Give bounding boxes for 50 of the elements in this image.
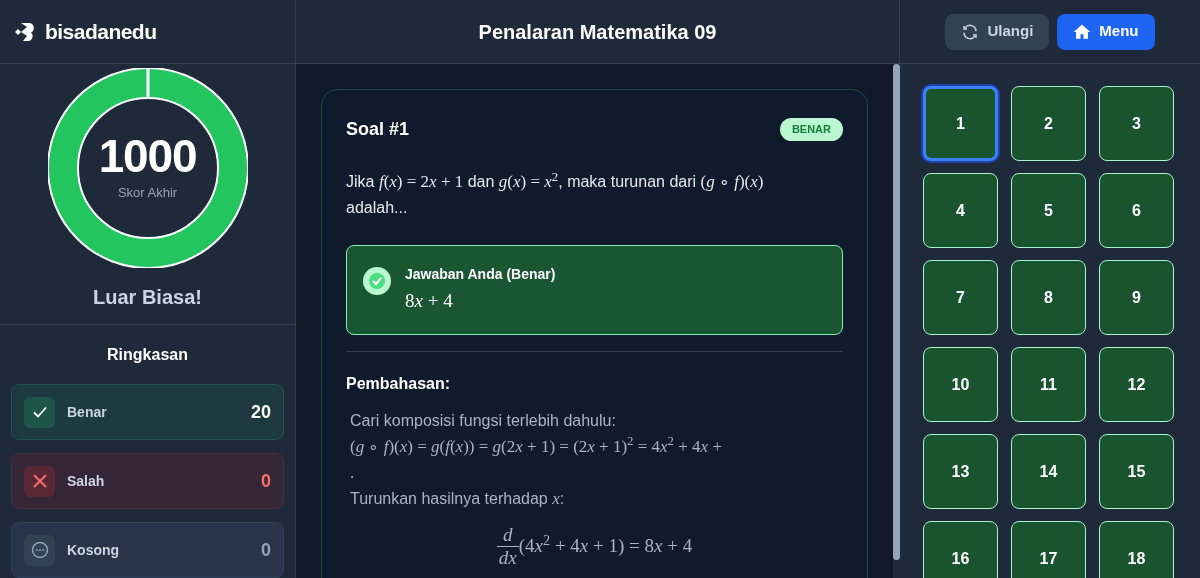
question-number-tile[interactable]: 13 bbox=[923, 434, 998, 509]
question-number-tile[interactable]: 8 bbox=[1011, 260, 1086, 335]
question-number-tile[interactable]: 5 bbox=[1011, 173, 1086, 248]
question-number-tile[interactable]: 9 bbox=[1099, 260, 1174, 335]
summary-count: 0 bbox=[261, 469, 271, 493]
summary-title: Ringkasan bbox=[106, 345, 189, 365]
summary-label: Kosong bbox=[67, 540, 120, 560]
question-number-tile[interactable]: 16 bbox=[923, 521, 998, 578]
refresh-icon bbox=[961, 22, 980, 41]
summary-count: 20 bbox=[250, 400, 271, 424]
score-verdict: Luar Biasa! bbox=[93, 285, 202, 310]
home-icon bbox=[1073, 22, 1092, 41]
brand-name: bisadanedu bbox=[45, 18, 157, 45]
check-icon bbox=[31, 404, 48, 420]
question-number-tile[interactable]: 6 bbox=[1099, 173, 1174, 248]
explanation-title: Pembahasan: bbox=[346, 373, 452, 394]
summary-label: Benar bbox=[67, 402, 107, 422]
logo-icon bbox=[15, 21, 37, 42]
question-number-tile[interactable]: 17 bbox=[1011, 521, 1086, 578]
ellipsis-circle-icon bbox=[30, 541, 49, 559]
explanation-line: Cari komposisi fungsi terlebih dahulu: bbox=[350, 410, 617, 431]
summary-count: 0 bbox=[261, 538, 271, 562]
question-number-tile[interactable]: 11 bbox=[1011, 347, 1086, 422]
close-icon bbox=[31, 473, 48, 489]
question-number-tile[interactable]: 3 bbox=[1099, 86, 1174, 161]
question-text: Jika f(x) = 2x + 1 dan g(x) = x$^{2}$, maka turunan dari (g ∘ f)(x) adalah... bbox=[346, 169, 765, 218]
status-badge: BENAR bbox=[779, 118, 843, 141]
question-number-tile[interactable]: 15 bbox=[1099, 434, 1174, 509]
question-number-tile[interactable]: 12 bbox=[1099, 347, 1174, 422]
question-number-tile[interactable]: 2 bbox=[1011, 86, 1086, 161]
retry-button[interactable]: Ulangi bbox=[945, 13, 1050, 50]
check-circle-icon bbox=[363, 267, 391, 295]
question-number-tile[interactable]: 7 bbox=[923, 260, 998, 335]
question-number-tile[interactable]: 1 bbox=[923, 86, 998, 161]
question-number-tile[interactable]: 18 bbox=[1099, 521, 1174, 578]
answer-value: 8x + 4 bbox=[405, 289, 454, 313]
summary-label: Salah bbox=[67, 471, 105, 491]
question-title: Soal #1 bbox=[346, 118, 410, 141]
question-number-tile[interactable]: 4 bbox=[923, 173, 998, 248]
scrollbar-thumb[interactable] bbox=[893, 64, 900, 560]
score-caption: Skor Akhir bbox=[117, 184, 178, 203]
explanation-line: (g ∘ f)(x) = g(f(x)) = g(2x + 1) = (2x + 1)$^{2}$ = 4x$^{2}$ + 4x + bbox=[350, 433, 723, 458]
question-number-tile[interactable]: 10 bbox=[923, 347, 998, 422]
score-value: 1000 bbox=[98, 133, 197, 180]
explanation-line: . bbox=[350, 461, 356, 484]
explanation-line: Turunkan hasilnya terhadap x: bbox=[350, 487, 566, 510]
page-title: Penalaran Matematika 09 bbox=[478, 19, 717, 45]
question-number-tile[interactable]: 14 bbox=[1011, 434, 1086, 509]
menu-button[interactable]: Menu bbox=[1057, 13, 1155, 50]
answer-label: Jawaban Anda (Benar) bbox=[405, 265, 556, 284]
